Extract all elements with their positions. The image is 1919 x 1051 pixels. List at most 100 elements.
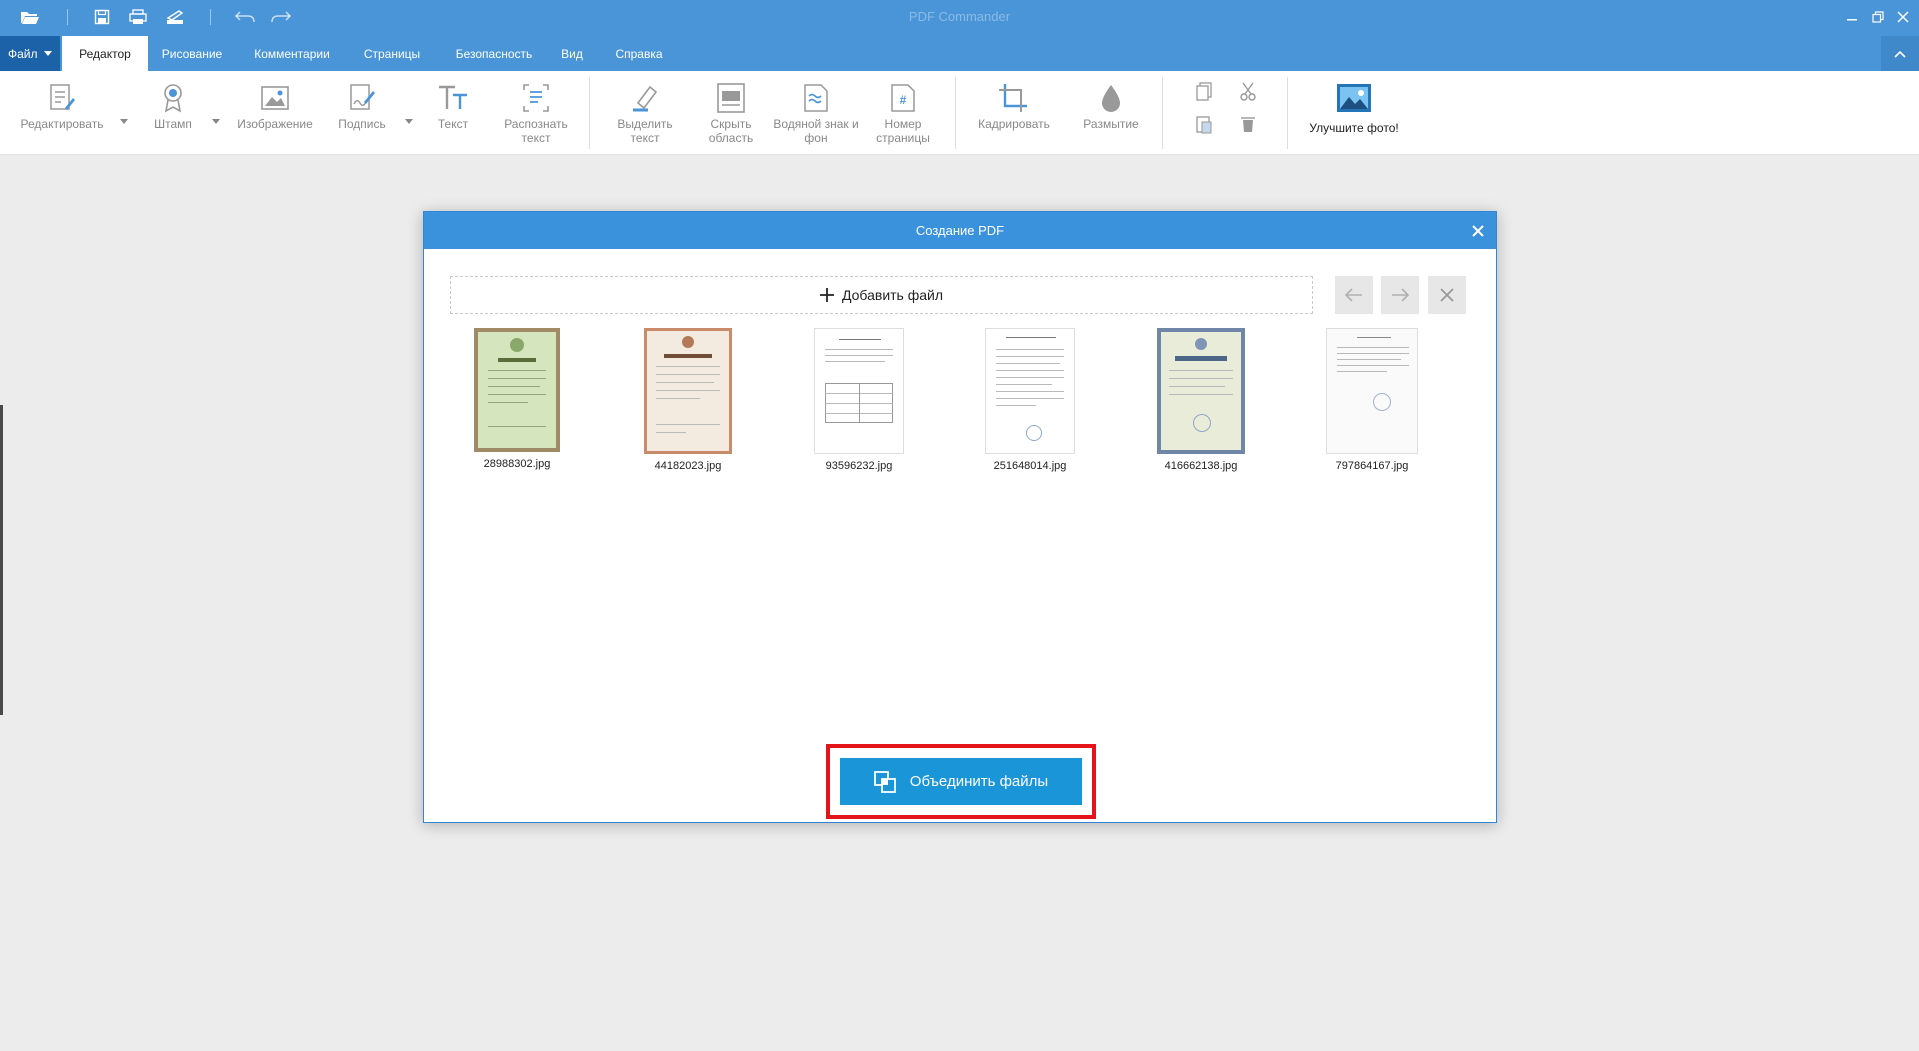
add-file-button[interactable]: Добавить файл	[450, 276, 1313, 314]
file-thumbnail[interactable]: 44182023.jpg	[623, 328, 753, 472]
file-name: 93596232.jpg	[825, 460, 893, 472]
copy-icon[interactable]	[1193, 81, 1215, 103]
tool-stamp[interactable]: Штамп	[148, 81, 220, 131]
remove-file-button[interactable]	[1428, 276, 1466, 314]
left-edge-handle	[0, 405, 3, 715]
tool-edit[interactable]: Редактировать	[14, 81, 128, 131]
document-preview	[814, 328, 904, 454]
tool-image[interactable]: Изображение	[232, 81, 318, 131]
tool-blur[interactable]: Размытие	[1074, 81, 1148, 131]
tool-label: Подпись	[338, 117, 386, 131]
file-name: 797864167.jpg	[1335, 460, 1409, 472]
tool-label: Редактировать	[20, 117, 104, 131]
tool-label: Штамп	[154, 117, 192, 131]
image-icon	[232, 81, 318, 115]
merge-icon	[873, 770, 896, 793]
signature-icon	[335, 81, 389, 115]
file-thumbnail[interactable]: 28988302.jpg	[452, 328, 582, 470]
tab-comments[interactable]: Комментарии	[242, 36, 342, 71]
separator	[1162, 77, 1163, 149]
separator	[955, 77, 956, 149]
merge-files-label: Объединить файлы	[909, 773, 1049, 790]
tool-highlight[interactable]: Выделить текст	[606, 81, 684, 145]
tool-crop[interactable]: Кадрировать	[970, 81, 1058, 131]
highlight-icon	[606, 81, 684, 115]
create-pdf-dialog: Создание PDF Добавить файл 28988302.jpg	[423, 211, 1497, 823]
file-thumbnail[interactable]: 797864167.jpg	[1307, 328, 1437, 472]
tab-view[interactable]: Вид	[552, 36, 592, 71]
paste-icon[interactable]	[1193, 113, 1215, 135]
page-number-icon: #	[866, 81, 940, 115]
chevron-up-icon	[1894, 50, 1906, 58]
title-bar: PDF Commander	[0, 0, 1919, 34]
file-name: 251648014.jpg	[993, 460, 1067, 472]
app-title: PDF Commander	[908, 9, 1011, 24]
file-thumbnail[interactable]: 93596232.jpg	[794, 328, 924, 472]
watermark-icon	[773, 81, 859, 115]
remove-icon	[1440, 288, 1454, 302]
enhance-photo-label: Улучшите фото!	[1309, 121, 1399, 135]
certificate-preview	[474, 328, 560, 452]
dropdown-arrow-icon[interactable]	[212, 119, 220, 124]
tool-signature[interactable]: Подпись	[335, 81, 413, 131]
crop-icon	[970, 81, 1058, 115]
tab-editor[interactable]: Редактор	[62, 36, 148, 71]
merge-files-button[interactable]: Объединить файлы	[840, 758, 1082, 805]
move-left-button[interactable]	[1335, 276, 1373, 314]
close-icon[interactable]	[1891, 7, 1915, 27]
chevron-down-icon	[43, 51, 52, 56]
add-file-label: Добавить файл	[841, 287, 944, 303]
document-preview	[985, 328, 1075, 454]
tool-label: Водяной знак и фон	[773, 117, 859, 145]
enhance-photo-button[interactable]: Улучшите фото!	[1304, 81, 1404, 135]
dropdown-arrow-icon[interactable]	[405, 119, 413, 124]
file-name: 416662138.jpg	[1164, 460, 1238, 472]
stamp-icon	[148, 81, 198, 115]
file-name: 44182023.jpg	[654, 460, 722, 472]
tool-watermark[interactable]: Водяной знак и фон	[773, 81, 859, 145]
tool-label: Номер страницы	[876, 117, 930, 145]
arrow-right-icon	[1392, 288, 1409, 302]
dropdown-arrow-icon[interactable]	[120, 119, 128, 124]
plus-icon	[819, 288, 834, 302]
tab-drawing[interactable]: Рисование	[152, 36, 232, 71]
tool-page-number[interactable]: # Номер страницы	[866, 81, 940, 145]
document-preview	[1326, 328, 1418, 454]
hide-area-icon	[694, 81, 768, 115]
certificate-preview	[644, 328, 732, 454]
tool-label: Распознать текст	[504, 117, 568, 145]
cut-icon[interactable]	[1237, 81, 1259, 103]
blur-icon	[1074, 81, 1148, 115]
tool-text[interactable]: Текст	[430, 81, 476, 131]
tab-security[interactable]: Безопасность	[444, 36, 544, 71]
tool-label: Скрыть область	[708, 117, 754, 145]
move-right-button[interactable]	[1381, 276, 1419, 314]
tool-label: Кадрировать	[978, 117, 1050, 131]
tool-ocr[interactable]: Распознать текст	[496, 81, 576, 145]
arrow-left-icon	[1345, 288, 1362, 302]
certificate-preview	[1157, 328, 1245, 454]
tab-pages[interactable]: Страницы	[352, 36, 432, 71]
tool-label: Изображение	[237, 117, 313, 131]
file-thumbnail[interactable]: 251648014.jpg	[965, 328, 1095, 472]
dialog-close-icon[interactable]	[1468, 221, 1488, 241]
delete-icon[interactable]	[1237, 113, 1259, 135]
edit-text-icon	[14, 81, 110, 115]
tool-label: Размытие	[1083, 117, 1139, 131]
tool-label: Текст	[437, 117, 469, 131]
svg-text:#: #	[900, 93, 907, 107]
file-menu-label: Файл	[8, 46, 38, 61]
tab-help[interactable]: Справка	[604, 36, 674, 71]
file-menu-button[interactable]: Файл	[0, 36, 60, 71]
photo-icon	[1304, 81, 1404, 115]
separator	[1287, 77, 1288, 149]
file-name: 28988302.jpg	[483, 458, 551, 470]
dialog-header: Создание PDF	[424, 212, 1496, 249]
collapse-ribbon-button[interactable]	[1881, 36, 1919, 71]
file-thumbnail[interactable]: 416662138.jpg	[1136, 328, 1266, 472]
restore-icon[interactable]	[1866, 7, 1890, 27]
separator	[589, 77, 590, 149]
minimize-icon[interactable]	[1840, 7, 1864, 27]
tool-hide-area[interactable]: Скрыть область	[694, 81, 768, 145]
ocr-icon	[496, 81, 576, 115]
